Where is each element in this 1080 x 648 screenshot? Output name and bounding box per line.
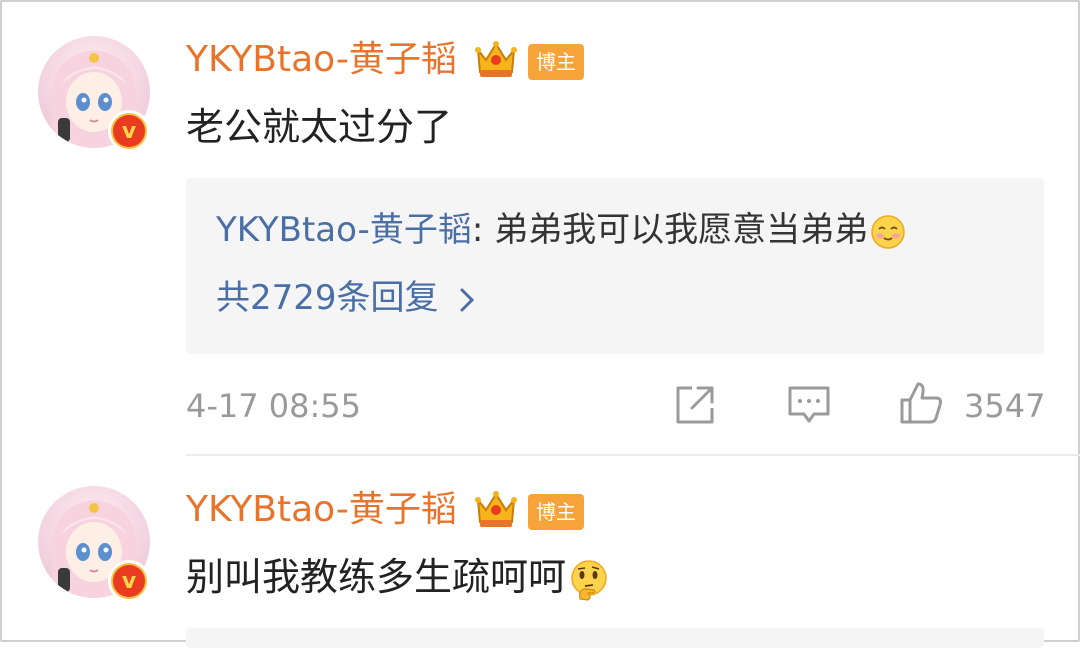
more-replies-label: 共2729条回复 (216, 278, 439, 318)
author-badge: 博主 (528, 494, 584, 530)
comment-username[interactable]: YKYBtao-黄子韬 (186, 38, 457, 82)
view-all-replies-link[interactable]: 共2729条回复 (216, 278, 475, 318)
shy-smile-emoji (871, 214, 905, 249)
reply-preview[interactable]: YKYBtao-黄子韬: 弟弟我可以我愿意当弟弟 共2729条回复 (186, 178, 1044, 354)
chevron-right-icon (460, 288, 474, 311)
like-icon[interactable] (898, 380, 944, 426)
comment-item: v YKYBtao-黄子韬 博主 老公就太过分了 YKYBtao-黄子韬: 弟弟… (0, 0, 1080, 456)
reply-separator: : (471, 210, 484, 250)
reply-username[interactable]: YKYBtao-黄子韬 (216, 210, 472, 250)
comment-username[interactable]: YKYBtao-黄子韬 (186, 488, 457, 532)
like-count: 3547 (964, 387, 1046, 425)
comment-text: 别叫我教练多生疏呵呵 (186, 555, 567, 599)
reply-line: YKYBtao-黄子韬: 弟弟我可以我愿意当弟弟 (216, 210, 906, 250)
comment-timestamp: 4-17 08:55 (186, 387, 362, 425)
crown-icon (475, 41, 517, 77)
verified-v-icon: v (108, 110, 150, 152)
reply-preview[interactable] (186, 628, 1044, 648)
share-icon[interactable] (672, 382, 718, 428)
comment-text-row: 别叫我教练多生疏呵呵 (186, 554, 610, 601)
comment-item: v YKYBtao-黄子韬 博主 别叫我教练多生疏呵呵 (0, 456, 1080, 648)
author-badge: 博主 (528, 44, 584, 80)
crown-icon (475, 491, 517, 527)
comment-text: 老公就太过分了 (186, 105, 453, 149)
thinking-face-emoji (571, 559, 607, 601)
comment-icon[interactable] (786, 382, 832, 428)
reply-text: 弟弟我可以我愿意当弟弟 (483, 210, 869, 250)
verified-v-icon: v (108, 560, 150, 602)
